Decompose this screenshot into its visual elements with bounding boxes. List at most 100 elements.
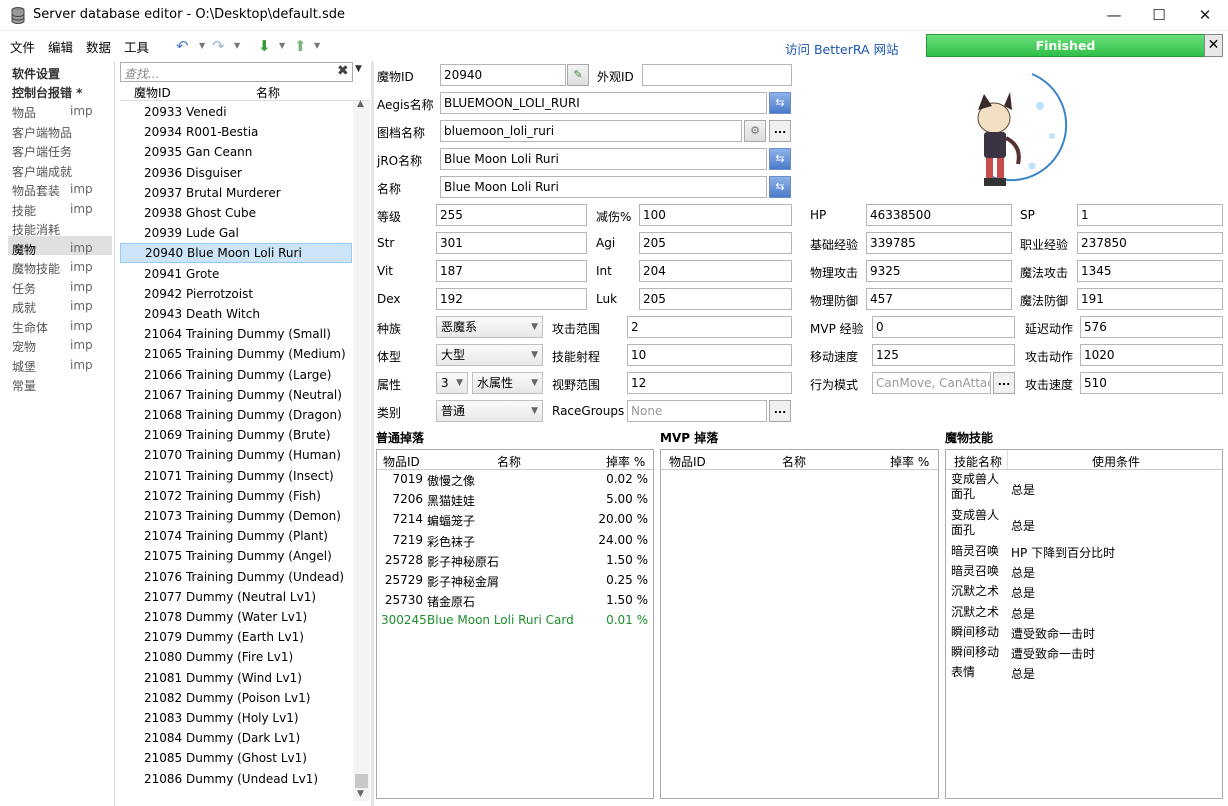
drops-col-id[interactable]: 物品ID [383, 453, 420, 470]
scroll-up-icon[interactable]: ▲ [357, 99, 364, 109]
list-item[interactable]: 20941 Grote [120, 264, 352, 284]
nav-item-imp[interactable]: imp [70, 182, 93, 196]
stat-field[interactable]: 191 [1077, 288, 1223, 310]
nav-item[interactable]: 城堡 [12, 358, 36, 375]
skill-condition[interactable]: 总是 [1011, 564, 1035, 581]
nav-item[interactable]: 常量 [12, 377, 36, 394]
drop-item-name[interactable]: 影子神秘原石 [427, 553, 499, 570]
skill-condition[interactable]: 总是 [1011, 665, 1035, 682]
drop-item-rate[interactable]: 24.00 % [577, 533, 648, 547]
drop-item-rate[interactable]: 1.50 % [577, 553, 648, 567]
stat-field[interactable]: 301 [436, 232, 587, 254]
stat-field[interactable]: 205 [639, 288, 792, 310]
list-item[interactable]: 20942 Pierrotzoist [120, 284, 352, 304]
list-item[interactable]: 21065 Training Dummy (Medium) [120, 344, 352, 364]
menu-edit[interactable]: 编辑 [48, 37, 73, 56]
drop-item-id[interactable]: 300245 [381, 613, 427, 627]
drop-item-rate[interactable]: 5.00 % [577, 492, 648, 506]
skill-name[interactable]: 沉默之术 [951, 584, 1005, 599]
import-dropdown-icon[interactable]: ▼ [279, 41, 285, 50]
drop-item-name[interactable]: 黑猫娃娃 [427, 492, 475, 509]
list-item[interactable]: 21079 Dummy (Earth Lv1) [120, 627, 352, 647]
nav-item[interactable]: 客户端任务 [12, 143, 72, 160]
nav-item[interactable]: 客户端物品 [12, 124, 72, 141]
skills-col-cond[interactable]: 使用条件 [1092, 453, 1140, 470]
list-item[interactable]: 21075 Training Dummy (Angel) [120, 546, 352, 566]
list-item[interactable]: 21069 Training Dummy (Brute) [120, 425, 352, 445]
stat-field[interactable]: 192 [436, 288, 587, 310]
drop-item-rate[interactable]: 0.02 % [577, 472, 648, 486]
drop-item-name[interactable]: 锗金原石 [427, 593, 475, 610]
list-item[interactable]: 21073 Training Dummy (Demon) [120, 506, 352, 526]
nav-item-imp[interactable]: imp [70, 260, 93, 274]
visit-betterra-link[interactable]: 访问 BetterRA 网站 [785, 39, 899, 58]
mvpdrops-col-id[interactable]: 物品ID [669, 453, 706, 470]
mob-id-field[interactable]: 20940 [440, 64, 566, 86]
list-item[interactable]: 21085 Dummy (Ghost Lv1) [120, 748, 352, 768]
stat-field[interactable]: 1 [1077, 204, 1223, 226]
drop-item-id[interactable]: 25729 [381, 573, 423, 587]
speed-field[interactable]: 125 [872, 344, 1015, 366]
list-item[interactable]: 21077 Dummy (Neutral Lv1) [120, 587, 352, 607]
skill-condition[interactable]: 总是 [1011, 481, 1035, 498]
drop-item-rate[interactable]: 0.01 % [577, 613, 648, 627]
list-item[interactable]: 21078 Dummy (Water Lv1) [120, 607, 352, 627]
nav-item[interactable]: 宠物 [12, 338, 36, 355]
nav-item[interactable]: 任务 [12, 280, 36, 297]
menu-tools[interactable]: 工具 [124, 37, 149, 56]
attackspeed-field[interactable]: 510 [1080, 372, 1223, 394]
skill-condition[interactable]: 总是 [1011, 517, 1035, 534]
list-item[interactable]: 21067 Training Dummy (Neutral) [120, 385, 352, 405]
drop-item-rate[interactable]: 1.50 % [577, 593, 648, 607]
list-item[interactable]: 20937 Brutal Murderer [120, 183, 352, 203]
list-item[interactable]: 21070 Training Dummy (Human) [120, 445, 352, 465]
list-item[interactable]: 21071 Training Dummy (Insect) [120, 466, 352, 486]
aegis-field[interactable]: BLUEMOON_LOLI_RURI [440, 92, 767, 114]
stat-field[interactable]: 205 [639, 232, 792, 254]
export-dropdown-icon[interactable]: ▼ [314, 41, 320, 50]
panel-splitter[interactable] [371, 61, 374, 806]
nav-item-imp[interactable]: imp [70, 104, 93, 118]
stat-field[interactable]: 100 [639, 204, 792, 226]
name-field[interactable]: Blue Moon Loli Ruri [440, 176, 767, 198]
nav-console[interactable]: 控制台报错 * [12, 84, 82, 101]
drops-col-rate[interactable]: 掉率 % [606, 453, 645, 470]
skill-condition[interactable]: 遭受致命一击时 [1011, 645, 1095, 662]
copy-jro-icon[interactable]: ⇆ [769, 148, 791, 170]
drop-item-rate[interactable]: 0.25 % [577, 573, 648, 587]
list-item[interactable]: 21083 Dummy (Holy Lv1) [120, 708, 352, 728]
list-item[interactable]: 20940 Blue Moon Loli Ruri [120, 243, 352, 264]
list-item[interactable]: 21082 Dummy (Poison Lv1) [120, 688, 352, 708]
redo-dropdown-icon[interactable]: ▼ [234, 41, 240, 50]
list-item[interactable]: 21072 Training Dummy (Fish) [120, 486, 352, 506]
search-dropdown-icon[interactable]: ▼ [355, 64, 362, 74]
sprite-browse-button[interactable]: ... [769, 120, 791, 142]
list-item[interactable]: 21064 Training Dummy (Small) [120, 324, 352, 344]
view-id-field[interactable] [642, 64, 792, 86]
progress-close-button[interactable]: ✕ [1204, 34, 1223, 57]
nav-item[interactable]: 物品 [12, 104, 36, 121]
element-level-select[interactable]: 3 ▼ [436, 372, 468, 394]
element-select[interactable]: 水属性 ▼ [472, 372, 543, 394]
stat-field[interactable]: 9325 [866, 260, 1012, 282]
minimize-button[interactable]: — [1091, 0, 1137, 31]
nav-item-imp[interactable]: imp [70, 241, 93, 255]
list-col-id[interactable]: 魔物ID [134, 84, 171, 101]
nav-item[interactable]: 魔物技能 [12, 260, 60, 277]
list-item[interactable]: 21081 Dummy (Wind Lv1) [120, 668, 352, 688]
drop-item-id[interactable]: 25728 [381, 553, 423, 567]
nav-item[interactable]: 客户端成就 [12, 163, 72, 180]
search-input[interactable]: 查找... ✖ [120, 62, 353, 82]
stat-field[interactable]: 237850 [1077, 232, 1223, 254]
nav-item[interactable]: 技能消耗 [12, 221, 60, 238]
drop-item-id[interactable]: 25730 [381, 593, 423, 607]
delay-field[interactable]: 576 [1080, 316, 1223, 338]
skill-name[interactable]: 瞬间移动 [951, 625, 1005, 640]
nav-settings[interactable]: 软件设置 [12, 65, 60, 82]
copy-aegis-icon[interactable]: ⇆ [769, 92, 791, 114]
stat-field[interactable]: 1345 [1077, 260, 1223, 282]
skill-name[interactable]: 暗灵召唤 [951, 564, 1005, 579]
list-item[interactable]: 20939 Lude Gal [120, 223, 352, 243]
redo-icon[interactable]: ↷ [212, 37, 225, 55]
menu-data[interactable]: 数据 [86, 37, 111, 56]
